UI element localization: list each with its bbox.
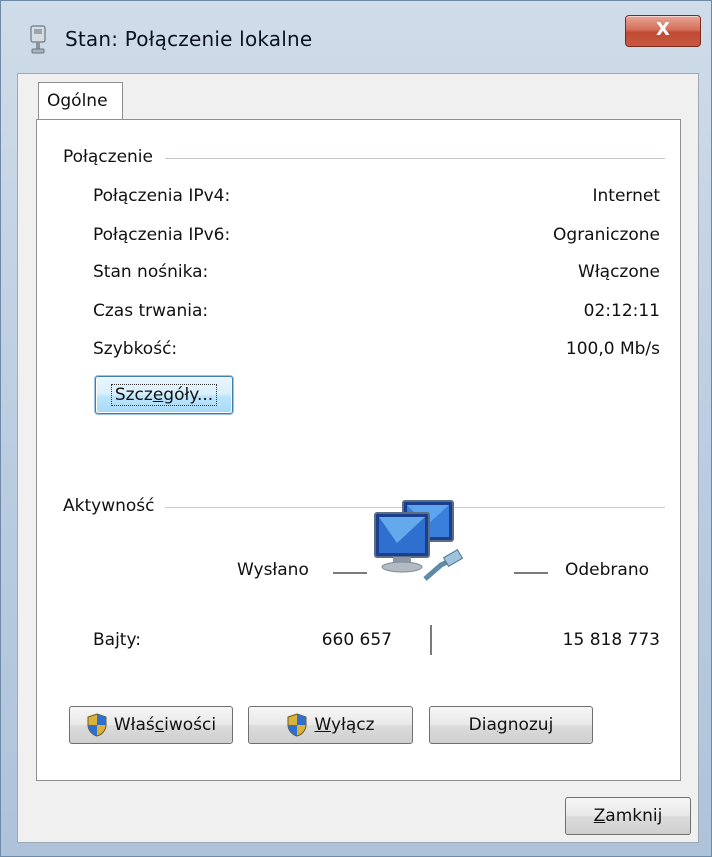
connection-group-divider [165,158,665,159]
tab-general[interactable]: Ogólne [38,82,123,120]
bytes-label: Bajty: [93,630,142,650]
ipv6-label: Połączenia IPv6: [93,225,231,245]
tab-general-label: Ogólne [47,91,108,111]
speed-label: Szybkość: [93,339,178,359]
received-label: Odebrano [565,560,650,580]
uac-shield-icon [87,713,107,737]
duration-value: 02:12:11 [583,301,660,321]
details-button-label: Szczegóły... [110,384,218,406]
speed-value: 100,0 Mb/s [565,339,660,359]
duration-label: Czas trwania: [93,301,209,321]
ipv4-value: Internet [592,186,660,206]
received-connector-line [514,572,548,574]
activity-group-title: Aktywność [63,496,165,516]
media-state-value: Włączone [578,262,660,282]
tab-panel-general: Połączenie Połączenia IPv4: Internet Poł… [36,119,681,781]
ipv6-value: Ograniczone [553,225,660,245]
properties-button[interactable]: Właściwości [69,706,233,744]
ipv4-label: Połączenia IPv4: [93,186,231,206]
details-button[interactable]: Szczegóły... [95,376,233,414]
title-bar[interactable]: Stan: Połączenie lokalne X [1,1,711,83]
disable-button-label: Wyłącz [314,715,375,735]
sent-connector-line [333,572,367,574]
properties-button-label: Właściwości [113,715,217,735]
bytes-sent-value: 660 657 [321,630,392,650]
window-title: Stan: Połączenie lokalne [65,27,313,51]
bytes-received-value: 15 818 773 [562,630,660,650]
network-computers-icon [374,500,464,581]
connection-group-title: Połączenie [63,147,163,167]
network-adapter-icon [30,25,46,54]
close-window-button[interactable]: X [625,15,701,47]
diagnose-button[interactable]: Diagnozuj [429,706,593,744]
disable-button[interactable]: Wyłącz [248,706,413,744]
dialog-window: Stan: Połączenie lokalne X Ogólne Połącz… [0,0,712,857]
diagnose-button-label: Diagnozuj [468,715,554,735]
media-state-label: Stan nośnika: [93,262,209,282]
sent-label: Wysłano [237,560,309,580]
uac-shield-icon [287,713,307,737]
close-button[interactable]: Zamknij [565,797,691,835]
close-button-label: Zamknij [593,806,663,826]
dialog-client-area: Ogólne Połączenie Połączenia IPv4: Inter… [17,73,699,843]
bytes-separator [430,625,432,655]
close-icon: X [656,19,670,40]
